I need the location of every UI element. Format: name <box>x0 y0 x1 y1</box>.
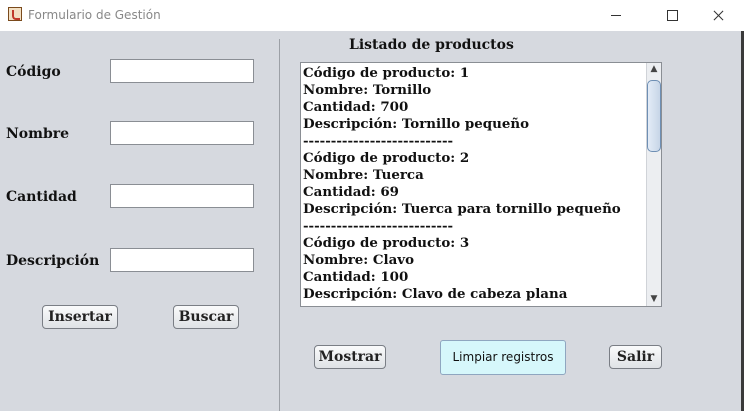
codigo-field[interactable] <box>110 59 254 83</box>
nombre-label: Nombre <box>6 126 70 142</box>
descripcion-field[interactable] <box>110 248 254 272</box>
maximize-icon[interactable] <box>650 0 696 31</box>
mostrar-button[interactable]: Mostrar <box>314 345 386 369</box>
panel-divider <box>279 39 280 411</box>
close-icon[interactable] <box>696 0 742 31</box>
insertar-button[interactable]: Insertar <box>42 305 118 329</box>
scroll-down-arrow-icon[interactable]: ▼ <box>647 293 661 306</box>
nombre-field[interactable] <box>110 121 254 145</box>
java-cup-icon <box>8 7 22 21</box>
cantidad-field[interactable] <box>110 184 254 208</box>
salir-button[interactable]: Salir <box>609 345 662 369</box>
limpiar-registros-button[interactable]: Limpiar registros <box>440 340 566 375</box>
products-text: Código de producto: 1 Nombre: Tornillo C… <box>303 65 621 302</box>
cantidad-label: Cantidad <box>6 189 77 205</box>
window-title: Formulario de Gestión <box>28 8 161 22</box>
list-title: Listado de productos <box>349 37 514 53</box>
descripcion-label: Descripción <box>6 253 100 269</box>
products-textarea[interactable]: Código de producto: 1 Nombre: Tornillo C… <box>300 62 662 307</box>
codigo-label: Código <box>6 64 61 80</box>
buscar-button[interactable]: Buscar <box>173 305 239 329</box>
form-panel: Código Nombre Cantidad Descripción Inser… <box>0 31 744 411</box>
minimize-icon[interactable] <box>594 0 640 31</box>
vertical-scrollbar[interactable]: ▲ ▼ <box>646 63 661 306</box>
title-bar: Formulario de Gestión <box>0 0 744 31</box>
scroll-thumb[interactable] <box>647 80 661 152</box>
scroll-up-arrow-icon[interactable]: ▲ <box>647 63 661 76</box>
